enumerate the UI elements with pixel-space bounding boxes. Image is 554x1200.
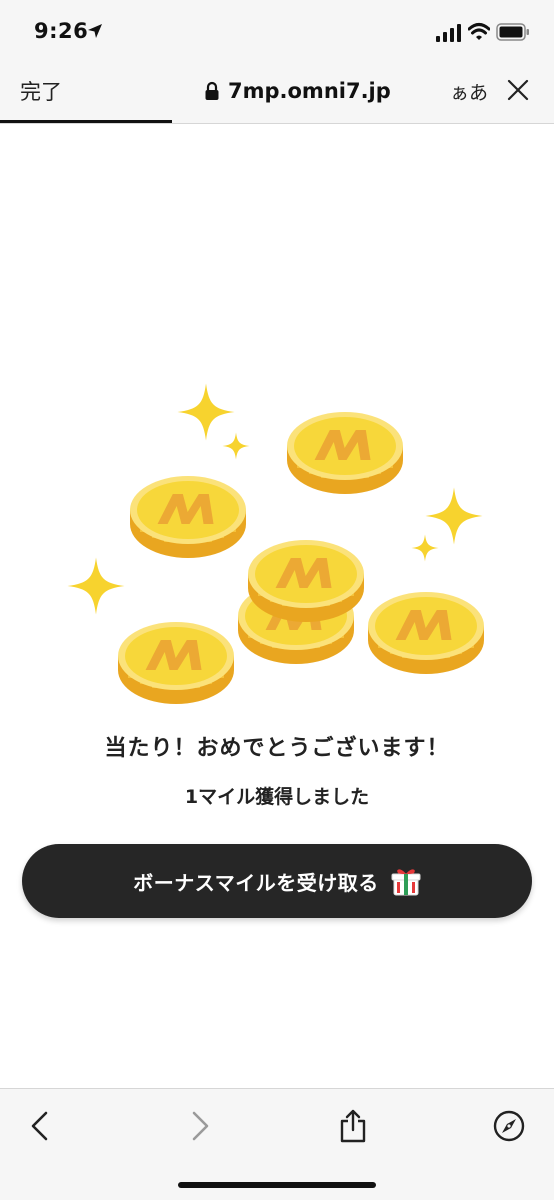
status-time: 9:26 (34, 19, 89, 43)
wifi-icon (468, 23, 490, 40)
battery-icon (496, 23, 529, 41)
signal-icon (436, 24, 461, 42)
back-icon[interactable] (24, 1109, 58, 1143)
safari-compass-icon[interactable] (492, 1109, 526, 1143)
close-icon[interactable] (506, 78, 530, 102)
share-icon[interactable] (336, 1109, 370, 1143)
gift-icon (391, 869, 421, 896)
home-indicator (178, 1182, 376, 1188)
browser-header: 完了 7mp.omni7.jp ぁあ (0, 62, 554, 124)
url-text: 7mp.omni7.jp (228, 79, 391, 103)
forward-icon[interactable] (182, 1109, 216, 1143)
text-size-button[interactable]: ぁあ (450, 78, 488, 105)
lock-icon (205, 81, 219, 100)
status-bar: 9:26 (0, 0, 554, 62)
result-title: 当たり！おめでとうございます！ (104, 736, 450, 761)
receive-bonus-miles-button[interactable]: ボーナスマイルを受け取る (22, 844, 532, 918)
result-subtitle: 1マイル獲得しました (184, 786, 370, 808)
page-load-progress (0, 120, 172, 123)
location-arrow-icon (88, 24, 102, 38)
address-bar[interactable]: 7mp.omni7.jp (204, 76, 391, 106)
bonus-button-label: ボーナスマイルを受け取る (133, 870, 379, 895)
coins-illustration (67, 383, 486, 706)
done-button[interactable]: 完了 (20, 76, 62, 106)
